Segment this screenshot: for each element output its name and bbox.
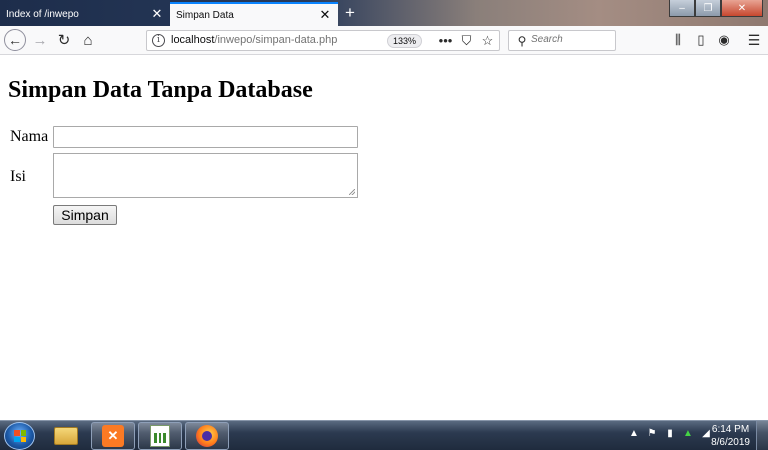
windows-taskbar: ✕ ▲ ⚑ ▮ ▲ ◢ 6:14 PM 8/6/2019 bbox=[0, 420, 768, 450]
home-icon[interactable]: ⌂ bbox=[77, 29, 99, 51]
search-bar[interactable]: ⚲ Search bbox=[508, 30, 616, 51]
isi-label: Isi bbox=[10, 168, 26, 185]
bookmark-star-icon[interactable]: ☆ bbox=[479, 32, 496, 49]
taskbar-xampp[interactable]: ✕ bbox=[91, 422, 135, 450]
nama-input[interactable] bbox=[53, 126, 358, 148]
site-info-icon[interactable]: i bbox=[152, 34, 165, 47]
network-alert-icon[interactable]: ▲ bbox=[682, 428, 694, 439]
window-controls: – ❐ ✕ bbox=[669, 0, 763, 17]
sidebar-icon[interactable]: ▯ bbox=[690, 29, 712, 51]
resize-grip-icon[interactable] bbox=[349, 189, 355, 195]
clock-date: 8/6/2019 bbox=[711, 437, 750, 448]
forward-arrow-icon[interactable]: → bbox=[29, 29, 51, 51]
window-close-icon[interactable]: ✕ bbox=[721, 0, 763, 17]
library-icon[interactable]: ⫼ bbox=[667, 29, 689, 51]
clock-time: 6:14 PM bbox=[711, 424, 750, 435]
firefox-icon bbox=[196, 425, 218, 447]
tab-simpan-data[interactable]: Simpan Data ✕ bbox=[170, 2, 338, 26]
isi-textarea[interactable] bbox=[53, 153, 358, 198]
menu-hamburger-icon[interactable]: ☰ bbox=[743, 29, 765, 51]
minimize-icon[interactable]: – bbox=[669, 0, 695, 17]
action-center-flag-icon[interactable]: ⚑ bbox=[646, 428, 658, 439]
taskbar-clock[interactable]: 6:14 PM 8/6/2019 bbox=[711, 423, 750, 449]
show-desktop-button[interactable] bbox=[756, 421, 768, 450]
navigation-bar: ← → ↻ ⌂ i localhost/inwepo/simpan-data.p… bbox=[0, 26, 768, 55]
xampp-icon: ✕ bbox=[102, 425, 124, 447]
back-arrow-icon[interactable]: ← bbox=[4, 29, 26, 51]
new-tab-plus-icon[interactable]: + bbox=[341, 4, 359, 22]
url-bar[interactable]: i localhost/inwepo/simpan-data.php 133% … bbox=[146, 30, 500, 51]
spreadsheet-icon bbox=[150, 425, 170, 447]
nama-label: Nama bbox=[10, 128, 49, 145]
url-host: localhost bbox=[171, 34, 215, 46]
tray-expand-icon[interactable]: ▲ bbox=[628, 428, 640, 439]
tab-index-of-inwepo[interactable]: Index of /inwepo ✕ bbox=[0, 2, 170, 26]
search-icon: ⚲ bbox=[517, 34, 527, 48]
close-tab-icon[interactable]: ✕ bbox=[318, 8, 332, 22]
start-button[interactable] bbox=[4, 422, 35, 450]
url-text[interactable]: localhost/inwepo/simpan-data.php bbox=[171, 34, 337, 46]
account-icon[interactable]: ◉ bbox=[713, 29, 735, 51]
power-icon[interactable]: ▮ bbox=[664, 428, 676, 439]
search-placeholder: Search bbox=[531, 34, 563, 45]
url-path: /inwepo/simpan-data.php bbox=[214, 34, 338, 46]
tab-title: Index of /inwepo bbox=[6, 8, 79, 20]
page-heading: Simpan Data Tanpa Database bbox=[8, 77, 313, 103]
simpan-button[interactable]: Simpan bbox=[53, 205, 117, 225]
reload-icon[interactable]: ↻ bbox=[53, 29, 75, 51]
taskbar-spreadsheet[interactable] bbox=[138, 422, 182, 450]
page-actions-icon[interactable]: ••• bbox=[437, 32, 454, 49]
pocket-icon[interactable]: ⛉ bbox=[458, 32, 475, 49]
folder-icon bbox=[54, 427, 78, 445]
system-tray: ▲ ⚑ ▮ ▲ ◢ bbox=[628, 428, 712, 439]
taskbar-explorer[interactable] bbox=[44, 422, 88, 450]
restore-icon[interactable]: ❐ bbox=[695, 0, 721, 17]
taskbar-firefox[interactable] bbox=[185, 422, 229, 450]
page-content: Simpan Data Tanpa Database Nama Isi Simp… bbox=[0, 56, 768, 420]
windows-logo-icon bbox=[14, 430, 26, 442]
tab-title: Simpan Data bbox=[176, 9, 234, 21]
tab-bar: Index of /inwepo ✕ Simpan Data ✕ + – ❐ ✕ bbox=[0, 0, 768, 26]
zoom-level-badge[interactable]: 133% bbox=[387, 34, 423, 48]
close-tab-icon[interactable]: ✕ bbox=[150, 7, 164, 21]
